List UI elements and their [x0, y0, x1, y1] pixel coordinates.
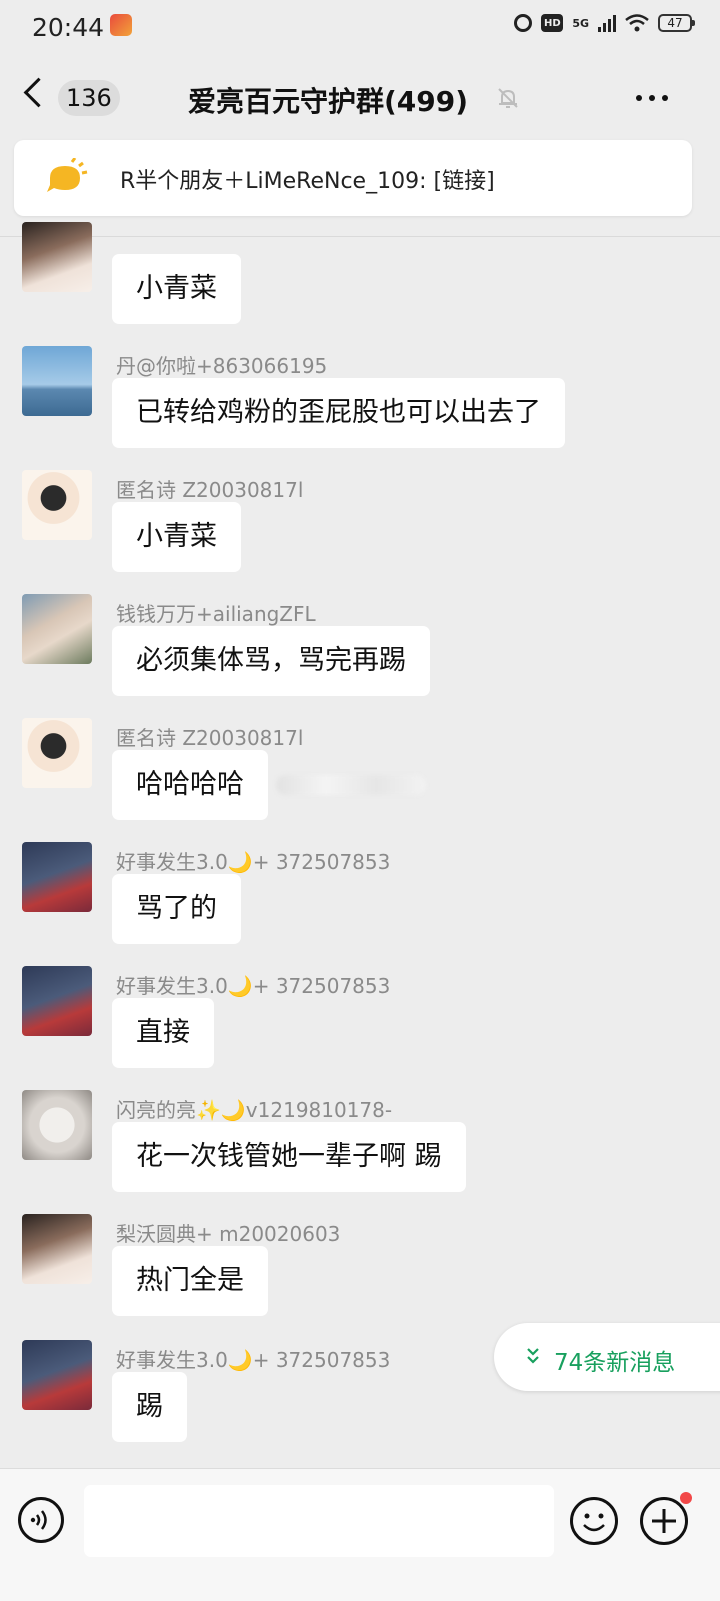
- announcement-text: R半个朋友＋LiMeReNce_109: [链接]: [120, 169, 495, 194]
- girl-avatar[interactable]: [22, 222, 92, 292]
- header-divider: [0, 236, 720, 237]
- cartoon-girl-avatar[interactable]: [22, 470, 92, 540]
- double-chevron-down-icon: [527, 1348, 539, 1364]
- sender-name: 好事发生3.0🌙+ 372507853: [116, 1348, 391, 1372]
- unread-count-badge[interactable]: 136: [58, 80, 120, 116]
- sender-name: 梨沃圆典+ m20020603: [116, 1222, 341, 1246]
- message-bubble[interactable]: 必须集体骂，骂完再踢: [112, 626, 430, 696]
- battery-icon: 47: [658, 14, 695, 32]
- new-messages-button[interactable]: 74条新消息: [494, 1323, 720, 1391]
- alarm-icon: [514, 14, 533, 32]
- more-actions-button[interactable]: [640, 1497, 688, 1545]
- sender-name: 好事发生3.0🌙+ 372507853: [116, 974, 391, 998]
- cat-avatar[interactable]: [22, 1090, 92, 1160]
- mute-bell-icon: [498, 88, 518, 108]
- blurred-content: [276, 775, 426, 795]
- voice-icon: [30, 1510, 47, 1530]
- announcement-icon: [47, 158, 88, 192]
- status-bar: 20:44 HD 5G 47: [0, 0, 720, 58]
- plus-icon: [652, 1509, 676, 1533]
- mermaid-avatar[interactable]: [22, 842, 92, 912]
- mermaid-avatar[interactable]: [22, 1340, 92, 1410]
- notification-dot: [680, 1492, 692, 1504]
- app-notification-icon: [110, 14, 132, 36]
- message-bubble[interactable]: 已转给鸡粉的歪屁股也可以出去了: [112, 378, 565, 448]
- sunglasses-avatar[interactable]: [22, 594, 92, 664]
- voice-button[interactable]: [18, 1497, 64, 1543]
- message-bubble[interactable]: 直接: [112, 998, 214, 1068]
- status-time: 20:44: [32, 13, 105, 42]
- message-bubble[interactable]: 花一次钱管她一辈子啊 踢: [112, 1122, 466, 1192]
- chat-header: 136 爱亮百元守护群(499): [0, 64, 720, 130]
- sender-name: 丹@你啦+863066195: [116, 354, 328, 378]
- message-input[interactable]: [84, 1485, 554, 1557]
- sender-name: 匿名诗 Z20030817l: [116, 478, 304, 502]
- input-bar: [0, 1468, 720, 1601]
- more-options-icon[interactable]: [636, 86, 676, 110]
- sender-name: 钱钱万万+ailiangZFL: [116, 602, 316, 626]
- message-bubble[interactable]: 哈哈哈哈: [112, 750, 268, 820]
- message-bubble[interactable]: 热门全是: [112, 1246, 268, 1316]
- message-bubble[interactable]: 小青菜: [112, 254, 241, 324]
- message-bubble[interactable]: 骂了的: [112, 874, 241, 944]
- chat-title: 爱亮百元守护群(499): [188, 85, 469, 118]
- cartoon-girl-avatar[interactable]: [22, 718, 92, 788]
- sender-name: 闪亮的亮✨🌙v1219810178-: [116, 1098, 393, 1122]
- girl-avatar[interactable]: [22, 1214, 92, 1284]
- mermaid-avatar[interactable]: [22, 966, 92, 1036]
- new-messages-label: 74条新消息: [554, 1350, 676, 1376]
- hd-icon: HD: [541, 14, 564, 32]
- bridge-avatar[interactable]: [22, 346, 92, 416]
- message-bubble[interactable]: 踢: [112, 1372, 187, 1442]
- network-type: 5G: [572, 16, 589, 30]
- emoji-icon: [583, 1513, 605, 1532]
- back-icon[interactable]: [23, 77, 54, 108]
- sender-name: 好事发生3.0🌙+ 372507853: [116, 850, 391, 874]
- announcement-bar[interactable]: R半个朋友＋LiMeReNce_109: [链接]: [14, 140, 692, 216]
- sender-name: 匿名诗 Z20030817l: [116, 726, 304, 750]
- wifi-icon: [625, 14, 649, 32]
- signal-icon: [598, 14, 616, 32]
- emoji-button[interactable]: [570, 1497, 618, 1545]
- message-bubble[interactable]: 小青菜: [112, 502, 241, 572]
